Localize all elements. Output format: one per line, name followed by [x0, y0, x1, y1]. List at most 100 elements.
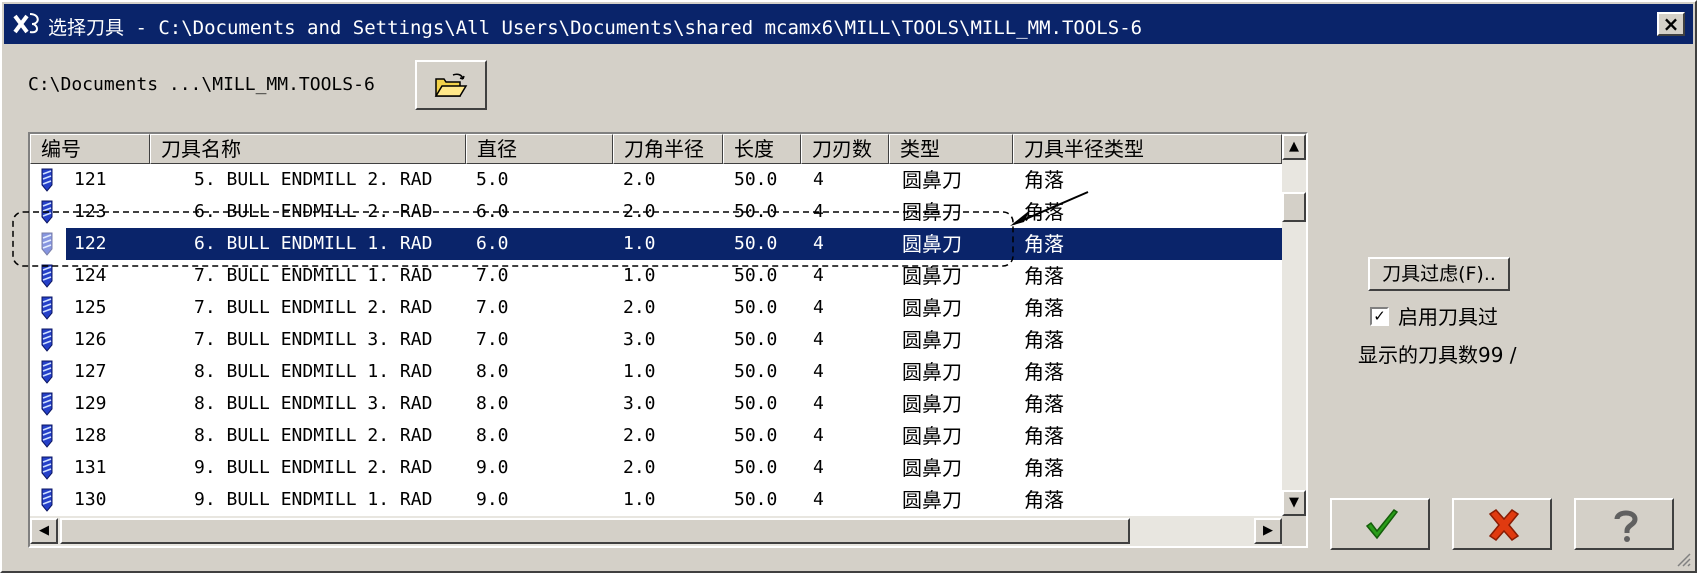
- cell-name: 8. BULL ENDMILL 3. RAD: [194, 393, 433, 414]
- horizontal-scrollbar[interactable]: ◀ ▶: [30, 516, 1282, 546]
- scroll-right-button[interactable]: ▶: [1254, 518, 1282, 544]
- cell-num: 125: [74, 297, 107, 318]
- endmill-tool-icon: [41, 200, 53, 224]
- cell-num: 122: [74, 233, 107, 254]
- tool-row[interactable]: 126 7. BULL ENDMILL 3. RAD 7.0 3.0 50.0 4 圆鼻刀 角…: [30, 324, 1282, 356]
- column-header-number[interactable]: 编号: [30, 134, 150, 164]
- tool-row[interactable]: 127 8. BULL ENDMILL 1. RAD 8.0 1.0 50.0 4 圆鼻刀 角…: [30, 356, 1282, 388]
- cell-corner-radius: 2.0: [623, 457, 656, 478]
- resize-grip-icon[interactable]: [1673, 549, 1691, 567]
- cell-diameter: 7.0: [476, 329, 509, 350]
- cell-type: 圆鼻刀: [902, 232, 962, 256]
- cancel-button[interactable]: [1452, 498, 1552, 550]
- window-title: 选择刀具 - C:\Documents and Settings\All Use…: [48, 17, 1143, 39]
- column-header-type[interactable]: 类型: [889, 134, 1013, 164]
- cell-corner-radius: 2.0: [623, 201, 656, 222]
- enable-filter-checkbox[interactable]: ✓: [1370, 307, 1389, 326]
- cell-type: 圆鼻刀: [902, 392, 962, 416]
- cell-corner-radius: 3.0: [623, 393, 656, 414]
- cell-corner-radius: 1.0: [623, 265, 656, 286]
- cell-diameter: 8.0: [476, 361, 509, 382]
- tool-row[interactable]: 122 6. BULL ENDMILL 1. RAD 6.0 1.0 50.0 4 圆鼻刀 角…: [30, 228, 1282, 260]
- cell-length: 50.0: [734, 489, 778, 510]
- cell-num: 129: [74, 393, 107, 414]
- scroll-down-button[interactable]: ▼: [1282, 490, 1306, 516]
- cell-length: 50.0: [734, 169, 778, 190]
- cell-diameter: 8.0: [476, 425, 509, 446]
- green-check-icon: [1365, 508, 1399, 540]
- vertical-scroll-thumb[interactable]: [1282, 192, 1306, 222]
- cell-flutes: 4: [813, 425, 824, 446]
- open-library-button[interactable]: [415, 60, 487, 110]
- endmill-tool-icon: [41, 424, 53, 448]
- tool-row[interactable]: 131 9. BULL ENDMILL 2. RAD 9.0 2.0 50.0 4 圆鼻刀 角…: [30, 452, 1282, 484]
- cell-type: 圆鼻刀: [902, 264, 962, 288]
- cell-num: 131: [74, 457, 107, 478]
- cell-radius-type: 角落: [1024, 232, 1064, 256]
- cell-name: 5. BULL ENDMILL 2. RAD: [194, 169, 433, 190]
- tool-row[interactable]: 125 7. BULL ENDMILL 2. RAD 7.0 2.0 50.0 4 圆鼻刀 角…: [30, 292, 1282, 324]
- cell-diameter: 6.0: [476, 201, 509, 222]
- close-button[interactable]: ×: [1657, 12, 1685, 36]
- scroll-left-button[interactable]: ◀: [30, 518, 58, 544]
- cell-num: 130: [74, 489, 107, 510]
- tool-list-header: 编号 刀具名称 直径 刀角半径 长度 刀刃数 类型 刀具半径类型: [30, 134, 1282, 164]
- cell-diameter: 5.0: [476, 169, 509, 190]
- column-header-tool-name[interactable]: 刀具名称: [150, 134, 466, 164]
- tool-row[interactable]: 130 9. BULL ENDMILL 1. RAD 9.0 1.0 50.0 4 圆鼻刀 角…: [30, 484, 1282, 516]
- column-header-length[interactable]: 长度: [723, 134, 801, 164]
- column-header-radius-type[interactable]: 刀具半径类型: [1013, 134, 1282, 164]
- tool-list[interactable]: 编号 刀具名称 直径 刀角半径 长度 刀刃数 类型 刀具半径类型 121 5. B…: [28, 132, 1308, 548]
- tool-filter-button[interactable]: 刀具过虑(F)..: [1368, 257, 1510, 291]
- endmill-tool-icon: [41, 264, 53, 288]
- cell-corner-radius: 1.0: [623, 361, 656, 382]
- cell-name: 7. BULL ENDMILL 3. RAD: [194, 329, 433, 350]
- cell-num: 121: [74, 169, 107, 190]
- endmill-tool-icon: [41, 360, 53, 384]
- endmill-tool-icon: [41, 456, 53, 480]
- cell-diameter: 8.0: [476, 393, 509, 414]
- cell-num: 128: [74, 425, 107, 446]
- vertical-scrollbar[interactable]: ▲ ▼: [1282, 134, 1306, 516]
- column-header-diameter[interactable]: 直径: [466, 134, 613, 164]
- cell-flutes: 4: [813, 393, 824, 414]
- tool-row[interactable]: 129 8. BULL ENDMILL 3. RAD 8.0 3.0 50.0 4 圆鼻刀 角…: [30, 388, 1282, 420]
- tool-row[interactable]: 121 5. BULL ENDMILL 2. RAD 5.0 2.0 50.0 4 圆鼻刀 角…: [30, 164, 1282, 196]
- tool-row[interactable]: 128 8. BULL ENDMILL 2. RAD 8.0 2.0 50.0 4 圆鼻刀 角…: [30, 420, 1282, 452]
- cell-diameter: 9.0: [476, 489, 509, 510]
- cell-corner-radius: 3.0: [623, 329, 656, 350]
- cell-radius-type: 角落: [1024, 360, 1064, 384]
- tool-row[interactable]: 123 6. BULL ENDMILL 2. RAD 6.0 2.0 50.0 4 圆鼻刀 角…: [30, 196, 1282, 228]
- horizontal-scroll-thumb[interactable]: [60, 518, 1130, 544]
- tool-count-label: 显示的刀具数99 /: [1358, 343, 1517, 367]
- scroll-up-button[interactable]: ▲: [1282, 134, 1306, 160]
- cell-radius-type: 角落: [1024, 392, 1064, 416]
- cell-name: 9. BULL ENDMILL 1. RAD: [194, 489, 433, 510]
- help-button[interactable]: [1574, 498, 1674, 550]
- tool-row[interactable]: 124 7. BULL ENDMILL 1. RAD 7.0 1.0 50.0 4 圆鼻刀 角…: [30, 260, 1282, 292]
- cell-corner-radius: 2.0: [623, 297, 656, 318]
- cell-name: 8. BULL ENDMILL 2. RAD: [194, 425, 433, 446]
- cell-length: 50.0: [734, 265, 778, 286]
- library-path-label: C:\Documents ...\MILL_MM.TOOLS-6: [28, 74, 375, 95]
- cell-name: 7. BULL ENDMILL 2. RAD: [194, 297, 433, 318]
- cell-diameter: 6.0: [476, 233, 509, 254]
- cell-length: 50.0: [734, 329, 778, 350]
- open-folder-icon: [434, 73, 468, 97]
- cell-num: 127: [74, 361, 107, 382]
- cell-type: 圆鼻刀: [902, 168, 962, 192]
- column-header-corner-radius[interactable]: 刀角半径: [613, 134, 723, 164]
- title-bar[interactable]: 选择刀具 - C:\Documents and Settings\All Use…: [4, 4, 1693, 44]
- endmill-tool-icon: [41, 296, 53, 320]
- cell-length: 50.0: [734, 233, 778, 254]
- cell-flutes: 4: [813, 233, 824, 254]
- cell-type: 圆鼻刀: [902, 360, 962, 384]
- endmill-tool-icon: [41, 168, 53, 192]
- scrollbar-corner: [1282, 516, 1306, 546]
- mastercam-icon: [13, 13, 39, 34]
- ok-button[interactable]: [1330, 498, 1430, 550]
- column-header-flutes[interactable]: 刀刃数: [801, 134, 889, 164]
- cell-num: 124: [74, 265, 107, 286]
- endmill-tool-icon: [41, 232, 53, 256]
- cell-type: 圆鼻刀: [902, 424, 962, 448]
